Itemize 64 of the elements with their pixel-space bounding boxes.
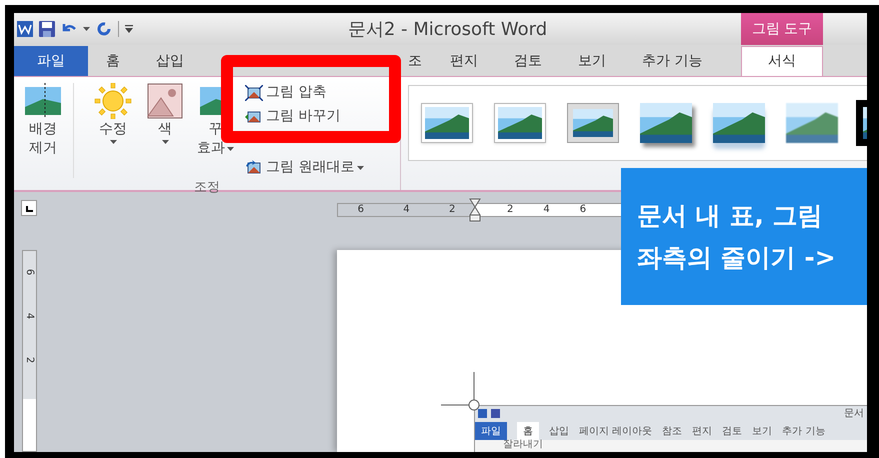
ruler-number: 6 xyxy=(24,268,34,276)
embedded-tab-label: 페이지 레이아웃 xyxy=(579,424,652,438)
indent-marker-icon[interactable] xyxy=(469,198,481,222)
landscape-dotted-line-icon xyxy=(23,83,63,119)
ruler-number: 2 xyxy=(448,205,456,215)
redo-icon[interactable] xyxy=(96,21,112,37)
context-tab-group: 그림 도구 xyxy=(741,13,823,45)
ribbon-tab[interactable]: 서식 xyxy=(741,46,823,76)
embedded-tab-label: 편지 xyxy=(692,424,712,438)
ribbon-tab[interactable]: 추가 기능 xyxy=(624,46,720,76)
picture-style-thumbnail[interactable] xyxy=(567,103,619,143)
ruler-number: 4 xyxy=(543,205,550,215)
picture-style-thumbnail[interactable] xyxy=(640,103,692,143)
change-picture-icon xyxy=(245,108,263,124)
word-logo-icon xyxy=(478,409,487,418)
ruler-number: 6 xyxy=(580,205,586,215)
ruler-number: 6 xyxy=(358,205,364,215)
picture-style-thumbnail[interactable] xyxy=(421,103,473,143)
ribbon-tab[interactable]: 삽입 xyxy=(138,46,202,76)
ribbon-large-button[interactable]: 배경 제거 xyxy=(18,83,74,178)
ribbon-tab[interactable]: 편지 xyxy=(432,46,496,76)
ruler-page-section xyxy=(22,399,36,451)
ribbon-large-button[interactable]: 색 xyxy=(142,83,188,178)
ribbon-small-button[interactable]: 그림 압축 xyxy=(245,82,364,103)
ribbon-small-button[interactable]: 그림 바꾸기 xyxy=(245,106,364,127)
customize-menu-icon[interactable] xyxy=(125,25,133,33)
ribbon-tab[interactable]: 홈 xyxy=(88,46,138,76)
dropdown-caret-icon xyxy=(83,27,90,31)
picture-style-thumbnail[interactable] xyxy=(494,103,546,143)
sun-icon xyxy=(93,83,133,119)
banner-text: 좌측의 줄이기 -> xyxy=(637,242,837,272)
ribbon-small-button[interactable]: 그림 원래대로 xyxy=(245,157,364,178)
ruler-number: 2 xyxy=(507,205,514,215)
ruler-number: 4 xyxy=(403,205,410,215)
picture-style-thumbnail[interactable] xyxy=(786,103,838,143)
embedded-tab-label: 삽입 xyxy=(549,424,569,438)
ribbon-tab[interactable]: 보기 xyxy=(560,46,624,76)
embedded-tab-label: 홈 xyxy=(517,422,539,440)
word-logo-icon[interactable] xyxy=(17,21,33,37)
tab-stop-selector[interactable] xyxy=(21,200,37,216)
ribbon-large-button[interactable]: 꾸 효과 xyxy=(192,83,239,178)
embedded-tab-label: 보기 xyxy=(752,424,772,438)
embedded-tab-label: 참조 xyxy=(662,424,682,438)
embedded-ribbon-label: 잘라내기 xyxy=(503,440,543,450)
ruler-number: 4 xyxy=(24,312,34,320)
compress-picture-icon xyxy=(245,84,263,100)
embedded-tab-label: 검토 xyxy=(722,424,742,438)
embedded-title: 문서 xyxy=(844,408,864,418)
ribbon-tab[interactable]: 파일 xyxy=(14,46,88,76)
reset-picture-icon xyxy=(245,160,263,176)
ribbon-tab[interactable]: 조 xyxy=(398,46,432,76)
save-icon xyxy=(491,409,500,418)
banner-text: 문서 내 표, 그림 xyxy=(637,200,824,230)
embedded-tab-label: 추가 기능 xyxy=(782,424,826,438)
picture-style-thumbnail[interactable] xyxy=(713,103,765,143)
crosshair-cursor-icon xyxy=(441,372,481,412)
ruler-number: 2 xyxy=(24,356,34,364)
save-icon[interactable] xyxy=(39,21,55,37)
ribbon-large-button[interactable]: 수정 xyxy=(88,83,138,178)
ribbon-tab[interactable]: 검토 xyxy=(496,46,560,76)
tinted-picture-icon xyxy=(147,83,183,119)
left-tab-icon xyxy=(26,206,32,212)
window-title: 문서2 - Microsoft Word xyxy=(348,18,548,42)
embedded-tab-label: 파일 xyxy=(475,422,507,440)
